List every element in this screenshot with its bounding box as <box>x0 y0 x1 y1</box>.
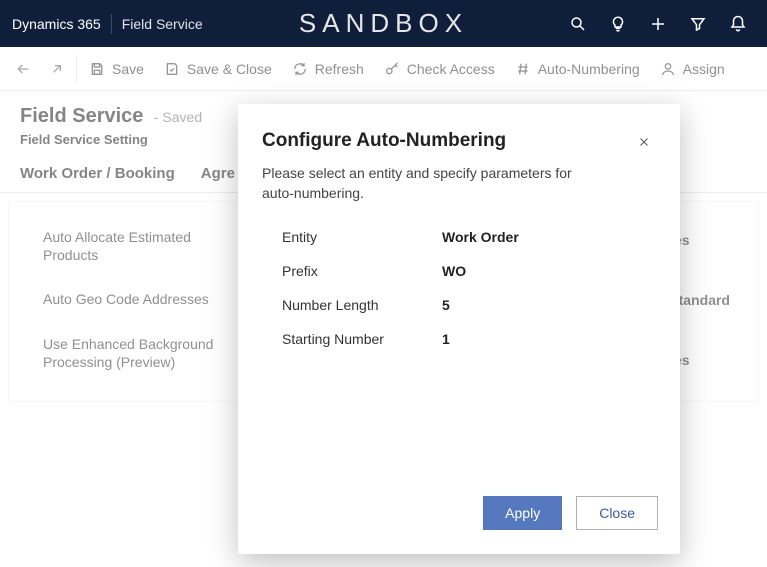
dialog-row-start: Starting Number 1 <box>262 323 656 357</box>
close-icon <box>638 135 650 149</box>
search-icon[interactable] <box>569 15 587 33</box>
dialog-close-button[interactable] <box>632 130 656 154</box>
app-title: Dynamics 365 <box>8 16 101 32</box>
dialog-title: Configure Auto-Numbering <box>262 130 506 152</box>
lightbulb-icon[interactable] <box>609 15 627 33</box>
dialog-field-value[interactable]: 5 <box>442 297 656 313</box>
dialog-description: Please select an entity and specify para… <box>238 162 598 221</box>
dialog-row-prefix: Prefix WO <box>262 255 656 289</box>
apply-button[interactable]: Apply <box>483 496 562 530</box>
dialog-field-label: Entity <box>262 229 442 245</box>
dialog-row-length: Number Length 5 <box>262 289 656 323</box>
global-icons <box>569 15 759 33</box>
dialog-field-value[interactable]: 1 <box>442 331 656 347</box>
dialog-field-label: Number Length <box>262 297 442 313</box>
bell-icon[interactable] <box>729 15 747 33</box>
global-nav-bar: Dynamics 365 Field Service SANDBOX <box>0 0 767 47</box>
dialog-row-entity: Entity Work Order <box>262 221 656 255</box>
filter-icon[interactable] <box>689 15 707 33</box>
module-name[interactable]: Field Service <box>122 16 203 32</box>
dialog-form: Entity Work Order Prefix WO Number Lengt… <box>238 221 680 357</box>
dialog-field-label: Prefix <box>262 263 442 279</box>
auto-numbering-dialog: Configure Auto-Numbering Please select a… <box>238 104 680 554</box>
dialog-field-value[interactable]: WO <box>442 263 656 279</box>
close-button[interactable]: Close <box>576 496 658 530</box>
dialog-footer: Apply Close <box>238 478 680 554</box>
dialog-header: Configure Auto-Numbering <box>238 104 680 162</box>
dialog-field-value[interactable]: Work Order <box>442 229 656 245</box>
dialog-field-label: Starting Number <box>262 331 442 347</box>
divider <box>111 14 112 34</box>
plus-icon[interactable] <box>649 15 667 33</box>
